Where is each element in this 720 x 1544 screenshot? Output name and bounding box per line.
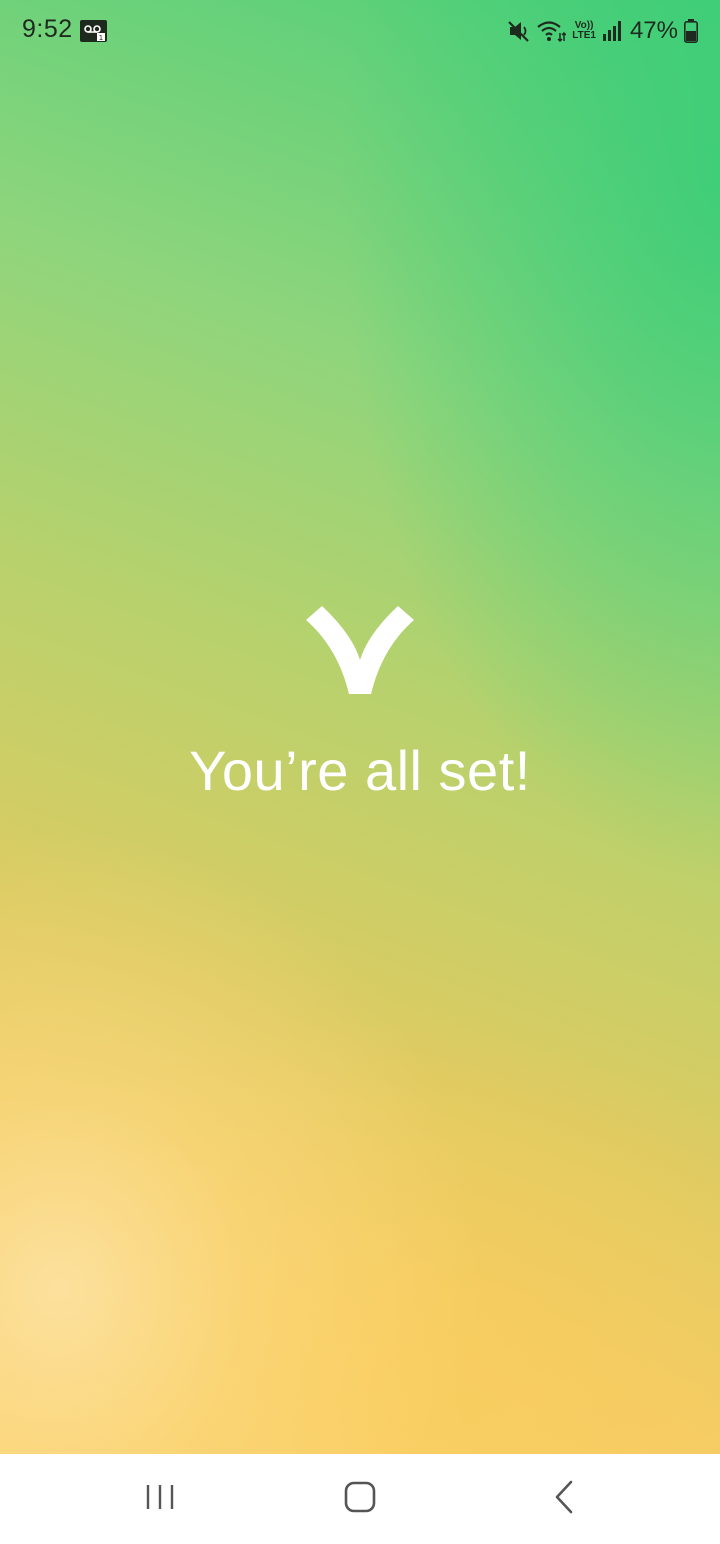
checkmark-v-icon (300, 600, 420, 700)
volte-bottom-label: LTE1 (572, 30, 596, 41)
recents-button[interactable] (130, 1474, 190, 1524)
wifi-icon (536, 19, 567, 43)
signal-icon (602, 20, 622, 42)
home-button[interactable] (330, 1474, 390, 1524)
recents-icon (145, 1483, 175, 1516)
battery-percent: 47% (629, 17, 678, 44)
mute-icon (508, 19, 530, 43)
completion-title: You’re all set! (189, 739, 531, 802)
home-icon (344, 1481, 376, 1518)
back-button[interactable] (534, 1474, 594, 1524)
screen: 9:52 1 Vo)) LTE1 47% You’re all set! (0, 0, 720, 1544)
voicemail-icon: 1 (80, 20, 107, 42)
back-icon (554, 1480, 574, 1519)
status-time: 9:52 (22, 15, 73, 43)
status-icons: Vo)) LTE1 47% (508, 16, 698, 46)
status-bar: 9:52 1 Vo)) LTE1 47% (0, 0, 720, 62)
volte-icon: Vo)) LTE1 (572, 21, 596, 41)
navigation-bar (0, 1454, 720, 1544)
gradient-background (0, 0, 720, 1454)
battery-icon (684, 19, 698, 43)
svg-text:1: 1 (99, 34, 103, 42)
